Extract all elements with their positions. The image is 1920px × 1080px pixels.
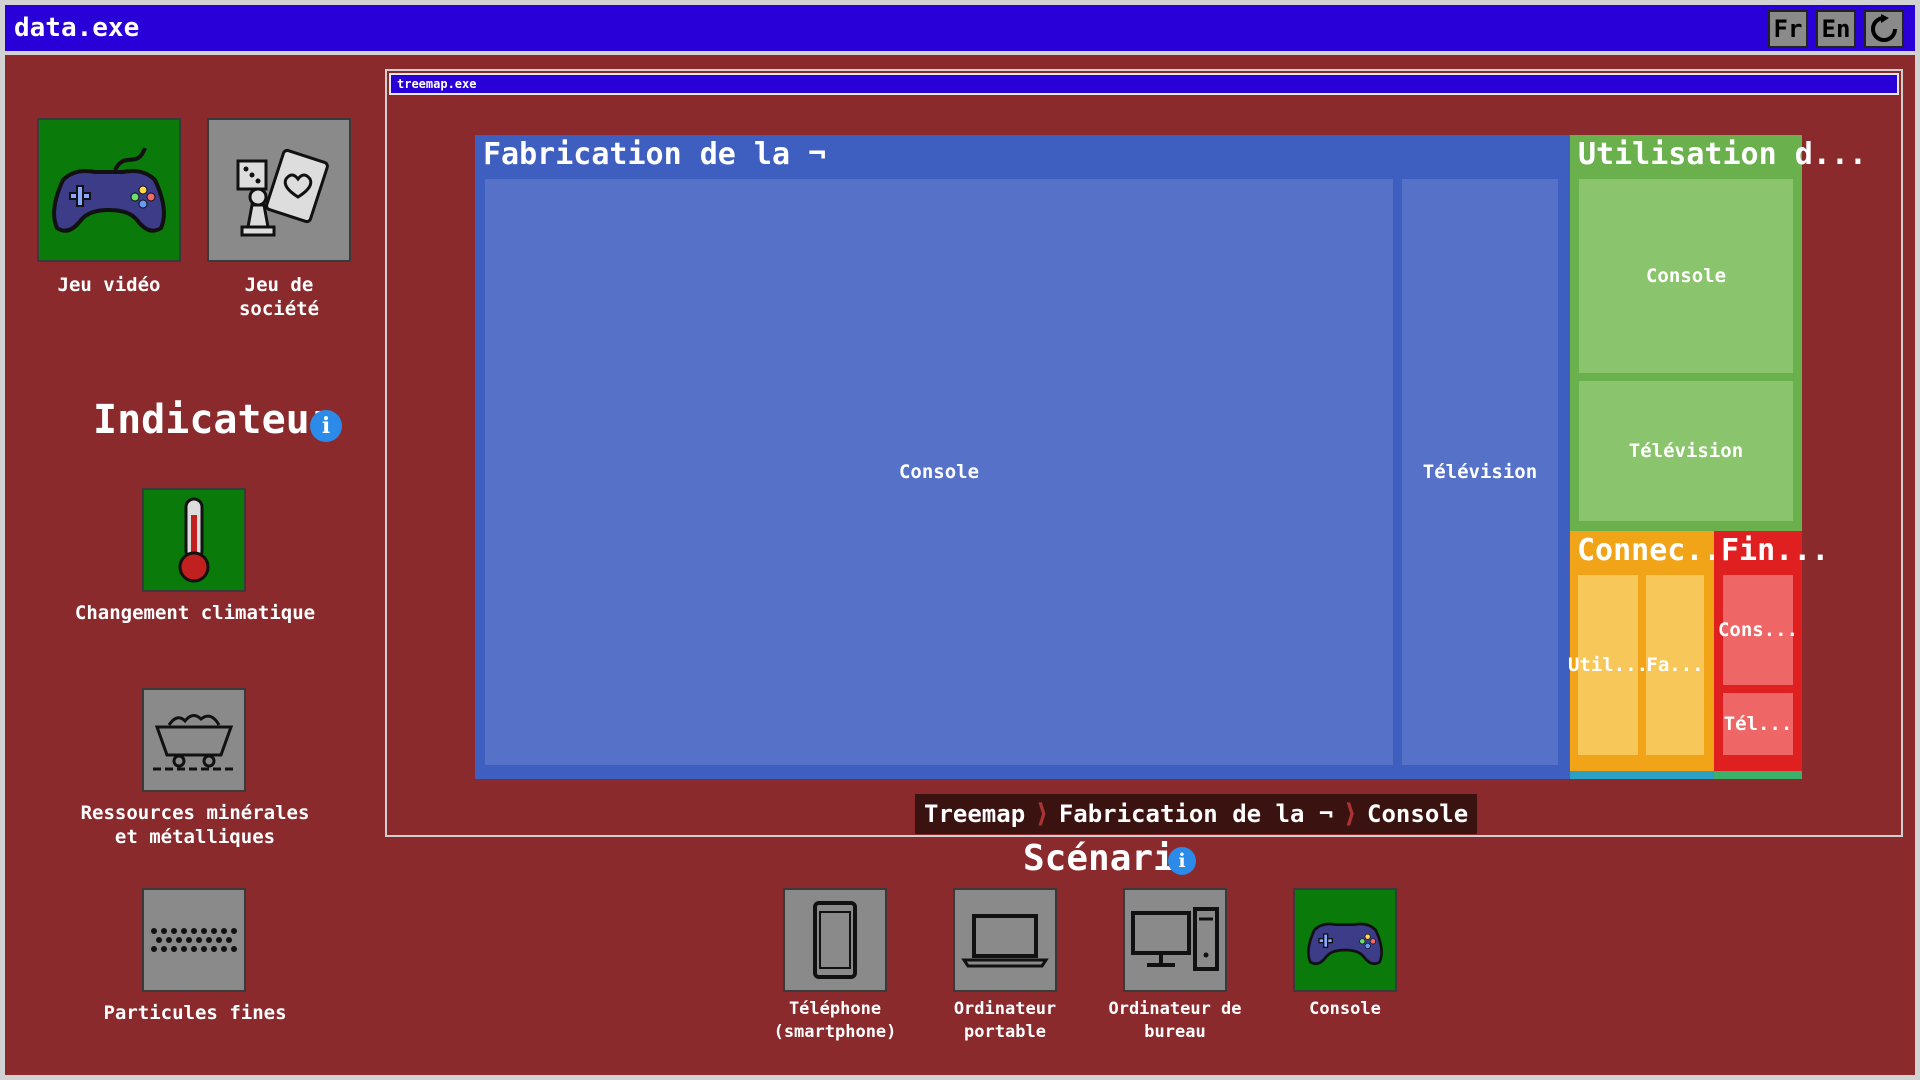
treemap-strip: [1570, 771, 1714, 779]
treemap-leaf-television[interactable]: Télévision: [1402, 179, 1558, 765]
treemap-leaf-television[interactable]: Tél...: [1723, 693, 1793, 755]
category-jeu-de-societe-label: Jeu de société: [238, 274, 320, 320]
treemap-group-label: Fin...: [1721, 533, 1830, 568]
scenario-laptop-button[interactable]: [953, 888, 1057, 992]
smartphone-icon: [813, 901, 857, 979]
particles-icon: [151, 928, 237, 952]
board-game-icon: [236, 148, 329, 237]
treemap-group-connectique[interactable]: Connec... Util... Fa...: [1568, 531, 1740, 779]
title-bar: data.exe Fr En: [5, 5, 1915, 55]
refresh-icon: [1871, 14, 1897, 42]
thermometer-icon: [178, 497, 210, 583]
indicator-ressources-button[interactable]: [142, 688, 246, 792]
gamepad-icon: [1307, 922, 1383, 966]
breadcrumb-treemap[interactable]: Treemap: [915, 800, 1034, 828]
gamepad-icon: [52, 147, 166, 233]
refresh-button[interactable]: [1864, 10, 1904, 48]
scenario-laptop-label: Ordinateur portable: [953, 999, 1057, 1042]
indicator-ressources-label: Ressources minérales et métalliques: [80, 802, 310, 848]
treemap-leaf-fabrication[interactable]: Fa...: [1646, 575, 1704, 755]
lang-fr-button[interactable]: Fr: [1768, 10, 1808, 48]
indicator-particules-label: Particules fines: [103, 1002, 287, 1024]
scenario-desktop-label: Ordinateur de bureau: [1108, 999, 1242, 1042]
treemap-leaf-console[interactable]: Cons...: [1718, 575, 1798, 685]
treemap-group-fin-de-vie[interactable]: Fin... Cons... Tél...: [1714, 531, 1829, 779]
window-title: data.exe: [14, 13, 140, 43]
treemap-group-utilisation[interactable]: Utilisation d... Console Télévision: [1570, 135, 1867, 531]
laptop-icon: [961, 914, 1049, 968]
scenario-desktop-button[interactable]: [1123, 888, 1227, 992]
treemap-leaf-utilisation[interactable]: Util...: [1568, 575, 1648, 755]
treemap-group-label: Fabrication de la ¬: [483, 137, 827, 172]
desktop-icon: [1131, 907, 1219, 971]
indicator-particules-button[interactable]: [142, 888, 246, 992]
scenario-info-icon[interactable]: i: [1168, 847, 1196, 875]
breadcrumb-separator: ⟩: [1034, 799, 1050, 829]
treemap-strip: [1714, 771, 1802, 779]
breadcrumb-fabrication[interactable]: Fabrication de la ¬: [1050, 800, 1343, 828]
treemap-window: treemap.exe Fabrication de la ¬ Console …: [385, 69, 1903, 837]
treemap-group-label: Utilisation d...: [1578, 137, 1867, 172]
treemap-window-title: treemap.exe: [389, 73, 1899, 95]
scenario-console-button[interactable]: [1293, 888, 1397, 992]
lang-en-button[interactable]: En: [1816, 10, 1856, 48]
scenario-smartphone-label: Téléphone (smartphone): [773, 999, 897, 1042]
indicator-changement-climatique-label: Changement climatique: [74, 602, 316, 624]
category-jeu-de-societe-button[interactable]: [207, 118, 351, 262]
indicator-info-icon[interactable]: i: [310, 410, 342, 442]
treemap-leaf-television[interactable]: Télévision: [1579, 381, 1793, 521]
breadcrumb-separator: ⟩: [1342, 799, 1359, 829]
treemap-leaf-console[interactable]: Console: [485, 179, 1393, 765]
indicator-heading: Indicateur: [93, 397, 334, 443]
scenario-smartphone-button[interactable]: [783, 888, 887, 992]
category-jeu-video-label: Jeu vidéo: [57, 274, 161, 296]
indicator-changement-climatique-button[interactable]: [142, 488, 246, 592]
app-window: data.exe Fr En Jeu vidéo Jeu de société …: [5, 5, 1915, 1075]
scenario-console-label: Console: [1309, 999, 1381, 1019]
mine-cart-icon: [153, 714, 235, 771]
treemap-group-fabrication[interactable]: Fabrication de la ¬ Console Télévision: [475, 135, 1571, 779]
treemap-leaf-console[interactable]: Console: [1579, 179, 1793, 373]
breadcrumb: Treemap ⟩ Fabrication de la ¬ ⟩ Console: [915, 794, 1478, 834]
category-jeu-video-button[interactable]: [37, 118, 181, 262]
breadcrumb-console[interactable]: Console: [1358, 800, 1477, 828]
